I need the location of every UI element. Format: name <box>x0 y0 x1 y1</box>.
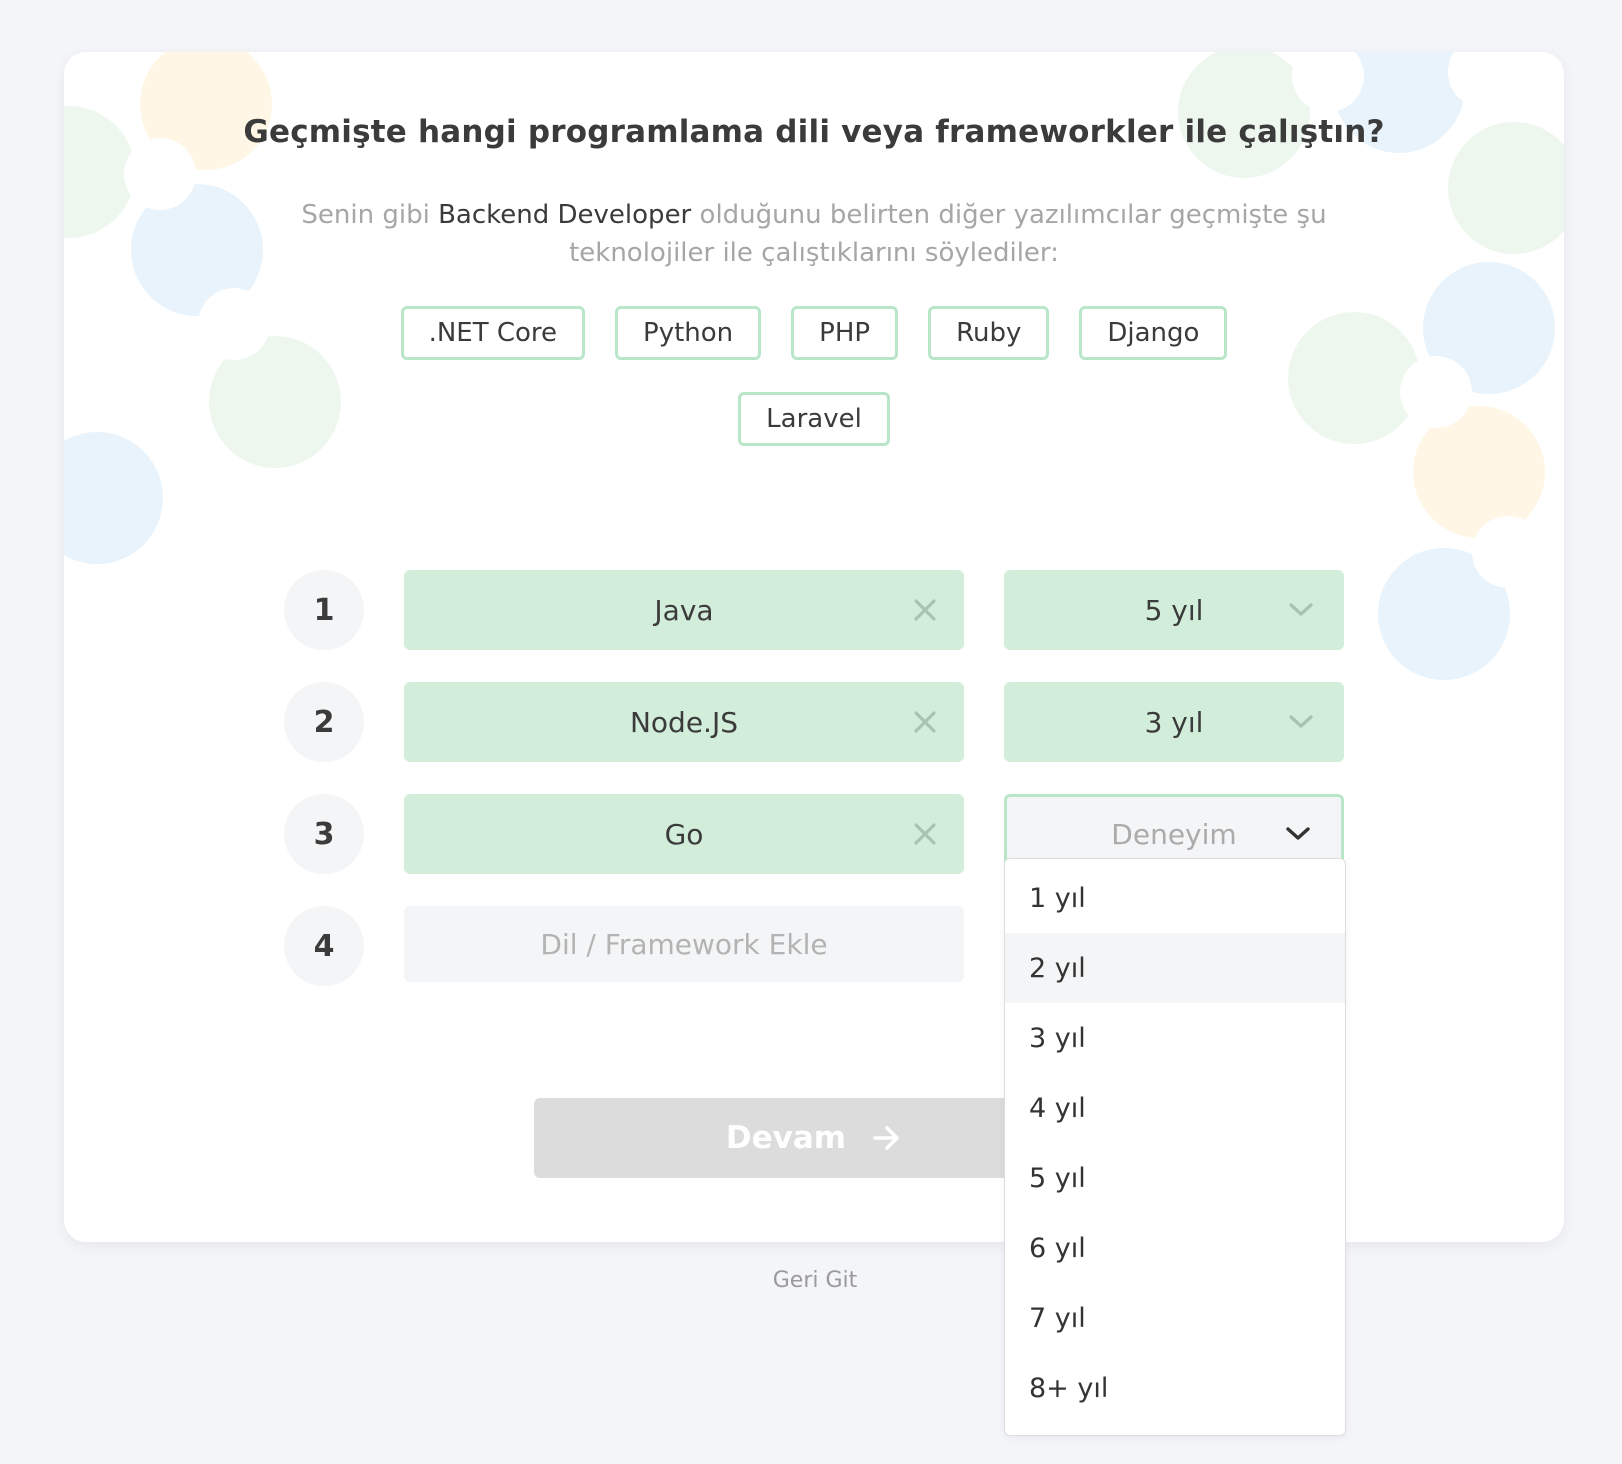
language-value: Node.JS <box>629 705 738 739</box>
page-subtitle: Senin gibi Backend Developer olduğunu be… <box>264 196 1364 272</box>
experience-option[interactable]: 1 yıl <box>1005 863 1345 933</box>
language-field[interactable]: Node.JS <box>404 682 964 762</box>
language-field[interactable]: Go <box>404 794 964 874</box>
suggestion-chip[interactable]: PHP <box>791 306 899 360</box>
experience-value: 3 yıl <box>1144 705 1204 739</box>
language-row: 1 Java 5 yıl <box>64 570 1564 650</box>
suggestion-chip[interactable]: Ruby <box>928 306 1050 360</box>
subtitle-text-before: Senin gibi <box>301 200 439 230</box>
language-row: 2 Node.JS 3 yıl <box>64 682 1564 762</box>
close-icon[interactable] <box>912 597 938 623</box>
close-icon[interactable] <box>912 709 938 735</box>
experience-placeholder: Deneyim <box>1111 817 1237 851</box>
language-value: Java <box>654 593 714 627</box>
add-language-placeholder: Dil / Framework Ekle <box>540 927 828 961</box>
back-link[interactable]: Geri Git <box>0 1268 1622 1293</box>
page-title: Geçmişte hangi programlama dili veya fra… <box>243 114 1385 150</box>
row-number: 1 <box>284 570 364 650</box>
close-icon[interactable] <box>912 821 938 847</box>
chevron-down-icon <box>1289 715 1313 728</box>
suggestion-chip[interactable]: Python <box>615 306 762 360</box>
experience-option[interactable]: 3 yıl <box>1005 1003 1345 1073</box>
experience-option[interactable]: 2 yıl <box>1005 933 1345 1003</box>
add-language-input[interactable]: Dil / Framework Ekle <box>404 906 964 982</box>
subtitle-role: Backend Developer <box>438 200 692 230</box>
experience-option[interactable]: 7 yıl <box>1005 1283 1345 1353</box>
experience-select[interactable]: 3 yıl <box>1004 682 1344 762</box>
row-number: 2 <box>284 682 364 762</box>
experience-option[interactable]: 5 yıl <box>1005 1143 1345 1213</box>
suggestion-chip[interactable]: .NET Core <box>400 306 586 360</box>
continue-label: Devam <box>725 1120 847 1156</box>
arrow-right-icon <box>873 1126 899 1150</box>
language-value: Go <box>664 817 704 851</box>
experience-value: 5 yıl <box>1144 593 1204 627</box>
suggestion-chip[interactable]: Django <box>1079 306 1228 360</box>
experience-select[interactable]: 5 yıl <box>1004 570 1344 650</box>
row-number: 4 <box>284 906 364 986</box>
chevron-down-icon <box>1286 827 1310 840</box>
experience-option[interactable]: 8+ yıl <box>1005 1353 1345 1423</box>
row-number: 3 <box>284 794 364 874</box>
experience-dropdown: 1 yıl 2 yıl 3 yıl 4 yıl 5 yıl 6 yıl 7 yı… <box>1004 858 1346 1436</box>
chevron-down-icon <box>1289 603 1313 616</box>
experience-option[interactable]: 4 yıl <box>1005 1073 1345 1143</box>
suggestion-chips: .NET Core Python PHP Ruby Django Laravel <box>394 306 1234 446</box>
language-field[interactable]: Java <box>404 570 964 650</box>
suggestion-chip[interactable]: Laravel <box>738 392 890 446</box>
experience-option[interactable]: 6 yıl <box>1005 1213 1345 1283</box>
